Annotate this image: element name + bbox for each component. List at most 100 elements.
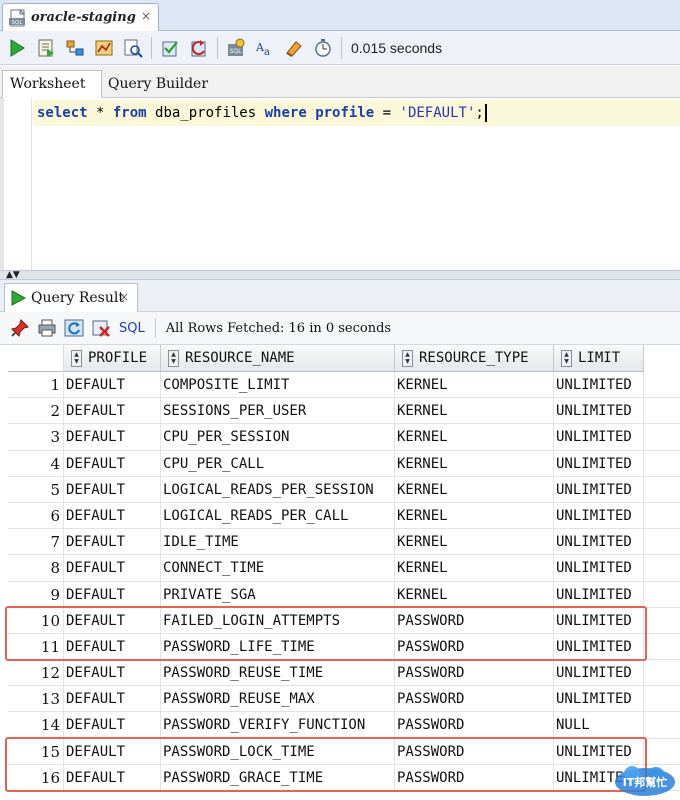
limit-cell[interactable]: UNLIMITED xyxy=(554,398,644,425)
table-row[interactable]: 16 DEFAULT PASSWORD_GRACE_TIME PASSWORD UNLI… xyxy=(8,764,680,791)
run-statement-icon[interactable] xyxy=(6,37,28,59)
timer-icon[interactable] xyxy=(312,37,334,59)
explain-plan-icon[interactable] xyxy=(64,37,86,59)
result-grid[interactable]: ▲ ▼ PROFILE ▲ ▼ RESOURCE_NAME ▲ ▼ RESOURCE_… xyxy=(5,345,680,800)
resource-type-cell[interactable]: PASSWORD xyxy=(395,607,554,634)
table-row[interactable]: 12 DEFAULT PASSWORD_REUSE_TIME PASSWORD UNLI… xyxy=(8,660,680,687)
profile-cell[interactable]: DEFAULT xyxy=(64,660,161,687)
resource-name-cell[interactable]: PASSWORD_VERIFY_FUNCTION xyxy=(161,712,395,739)
limit-cell[interactable]: UNLIMITED xyxy=(554,424,644,451)
resource-type-cell[interactable]: KERNEL xyxy=(395,450,554,477)
table-row[interactable]: 2 DEFAULT SESSIONS_PER_USER KERNEL UNLIMITED xyxy=(8,398,680,425)
unshared-worksheet-icon[interactable]: Aa xyxy=(254,37,276,59)
profile-cell[interactable]: DEFAULT xyxy=(64,424,161,451)
resource-name-cell[interactable]: FAILED_LOGIN_ATTEMPTS xyxy=(161,607,395,634)
column-header-profile[interactable]: ▲ ▼ PROFILE xyxy=(64,345,161,372)
table-row[interactable]: 3 DEFAULT CPU_PER_SESSION KERNEL UNLIMITED xyxy=(8,424,680,451)
resource-name-cell[interactable]: PASSWORD_LOCK_TIME xyxy=(161,738,395,765)
resource-type-cell[interactable]: PASSWORD xyxy=(395,686,554,713)
editor-line[interactable]: select * from dba_profiles where profile… xyxy=(33,100,680,126)
resource-type-cell[interactable]: PASSWORD xyxy=(395,712,554,739)
sort-icon[interactable]: ▲ ▼ xyxy=(402,349,413,367)
table-row[interactable]: 1 DEFAULT COMPOSITE_LIMIT KERNEL UNLIMITED xyxy=(8,372,680,399)
resource-name-cell[interactable]: PASSWORD_REUSE_MAX xyxy=(161,686,395,713)
close-tab-icon[interactable]: × xyxy=(119,290,129,304)
resource-type-cell[interactable]: KERNEL xyxy=(395,555,554,582)
resource-type-cell[interactable]: KERNEL xyxy=(395,476,554,503)
limit-cell[interactable]: UNLIMITED xyxy=(554,372,644,398)
autotrace-icon[interactable] xyxy=(93,37,115,59)
table-row[interactable]: 4 DEFAULT CPU_PER_CALL KERNEL UNLIMITED xyxy=(8,450,680,477)
run-script-icon[interactable] xyxy=(35,37,57,59)
resource-name-cell[interactable]: COMPOSITE_LIMIT xyxy=(161,372,395,398)
limit-cell[interactable]: UNLIMITED xyxy=(554,450,644,477)
limit-cell[interactable]: UNLIMITED xyxy=(554,476,644,503)
tab-worksheet[interactable]: Worksheet xyxy=(2,70,102,98)
profile-cell[interactable]: DEFAULT xyxy=(64,372,161,398)
rollback-icon[interactable] xyxy=(188,37,210,59)
column-header-resource-name[interactable]: ▲ ▼ RESOURCE_NAME xyxy=(161,345,395,372)
table-row[interactable]: 11 DEFAULT PASSWORD_LIFE_TIME PASSWORD UNLIM… xyxy=(8,633,680,661)
column-header-limit[interactable]: ▲ ▼ LIMIT xyxy=(554,345,644,372)
table-row[interactable]: 10 DEFAULT FAILED_LOGIN_ATTEMPTS PASSWORD UN… xyxy=(8,607,680,634)
profile-cell[interactable]: DEFAULT xyxy=(64,502,161,529)
resource-name-cell[interactable]: PASSWORD_LIFE_TIME xyxy=(161,633,395,660)
limit-cell[interactable]: UNLIMITED xyxy=(554,581,644,608)
resource-type-cell[interactable]: KERNEL xyxy=(395,398,554,425)
profile-cell[interactable]: DEFAULT xyxy=(64,712,161,739)
sort-icon[interactable]: ▲ ▼ xyxy=(71,349,82,367)
resource-name-cell[interactable]: LOGICAL_READS_PER_CALL xyxy=(161,502,395,529)
limit-cell[interactable]: UNLIMITED xyxy=(554,502,644,529)
table-row[interactable]: 8 DEFAULT CONNECT_TIME KERNEL UNLIMITED xyxy=(8,555,680,582)
table-row[interactable]: 6 DEFAULT LOGICAL_READS_PER_CALL KERNEL UNLI… xyxy=(8,502,680,530)
table-row[interactable]: 7 DEFAULT IDLE_TIME KERNEL UNLIMITED xyxy=(8,529,680,556)
resource-type-cell[interactable]: KERNEL xyxy=(395,502,554,529)
sort-icon[interactable]: ▲ ▼ xyxy=(561,349,572,367)
profile-cell[interactable]: DEFAULT xyxy=(64,555,161,582)
profile-cell[interactable]: DEFAULT xyxy=(64,738,161,765)
limit-cell[interactable]: UNLIMITED xyxy=(554,607,644,634)
sql-history-icon[interactable]: SQL xyxy=(225,37,247,59)
limit-cell[interactable]: UNLIMITED xyxy=(554,738,644,765)
limit-cell[interactable]: UNLIMITED xyxy=(554,633,644,660)
profile-cell[interactable]: DEFAULT xyxy=(64,581,161,608)
resource-type-cell[interactable]: KERNEL xyxy=(395,372,554,398)
resource-name-cell[interactable]: PRIVATE_SGA xyxy=(161,581,395,608)
resource-name-cell[interactable]: PASSWORD_GRACE_TIME xyxy=(161,764,395,791)
limit-cell[interactable]: UNLIMITED xyxy=(554,686,644,713)
tab-query-result[interactable]: Query Result × xyxy=(4,283,138,312)
resource-type-cell[interactable]: KERNEL xyxy=(395,529,554,556)
print-icon[interactable] xyxy=(36,317,58,339)
resource-type-cell[interactable]: KERNEL xyxy=(395,424,554,451)
profile-cell[interactable]: DEFAULT xyxy=(64,398,161,425)
profile-cell[interactable]: DEFAULT xyxy=(64,450,161,477)
sql-editor[interactable]: select * from dba_profiles where profile… xyxy=(0,98,680,270)
table-row[interactable]: 13 DEFAULT PASSWORD_REUSE_MAX PASSWORD UNLIM… xyxy=(8,686,680,713)
table-row[interactable]: 15 DEFAULT PASSWORD_LOCK_TIME PASSWORD UNLIM… xyxy=(8,738,680,765)
resource-name-cell[interactable]: CONNECT_TIME xyxy=(161,555,395,582)
refresh-icon[interactable] xyxy=(63,317,85,339)
resource-name-cell[interactable]: CPU_PER_CALL xyxy=(161,450,395,477)
resource-type-cell[interactable]: PASSWORD xyxy=(395,633,554,660)
cancel-icon[interactable] xyxy=(90,317,112,339)
resource-type-cell[interactable]: KERNEL xyxy=(395,581,554,608)
profile-cell[interactable]: DEFAULT xyxy=(64,607,161,634)
sort-icon[interactable]: ▲ ▼ xyxy=(168,349,179,367)
profile-cell[interactable]: DEFAULT xyxy=(64,633,161,660)
resource-name-cell[interactable]: PASSWORD_REUSE_TIME xyxy=(161,660,395,687)
splitter-arrows-icon[interactable]: ▲▼ xyxy=(6,271,20,280)
sql-tuning-icon[interactable] xyxy=(122,37,144,59)
column-header-resource-type[interactable]: ▲ ▼ RESOURCE_TYPE xyxy=(395,345,554,372)
table-row[interactable]: 5 DEFAULT LOGICAL_READS_PER_SESSION KERNEL U… xyxy=(8,476,680,503)
resource-name-cell[interactable]: SESSIONS_PER_USER xyxy=(161,398,395,425)
limit-cell[interactable]: UNLIMITED xyxy=(554,555,644,582)
profile-cell[interactable]: DEFAULT xyxy=(64,476,161,503)
table-row[interactable]: 9 DEFAULT PRIVATE_SGA KERNEL UNLIMITED xyxy=(8,581,680,608)
close-tab-icon[interactable]: × xyxy=(141,9,151,23)
resource-type-cell[interactable]: PASSWORD xyxy=(395,660,554,687)
profile-cell[interactable]: DEFAULT xyxy=(64,529,161,556)
profile-cell[interactable]: DEFAULT xyxy=(64,686,161,713)
connection-tab[interactable]: SQL oracle-staging × xyxy=(2,3,159,31)
resource-type-cell[interactable]: PASSWORD xyxy=(395,764,554,791)
pane-splitter[interactable]: ▲▼ xyxy=(0,270,680,280)
